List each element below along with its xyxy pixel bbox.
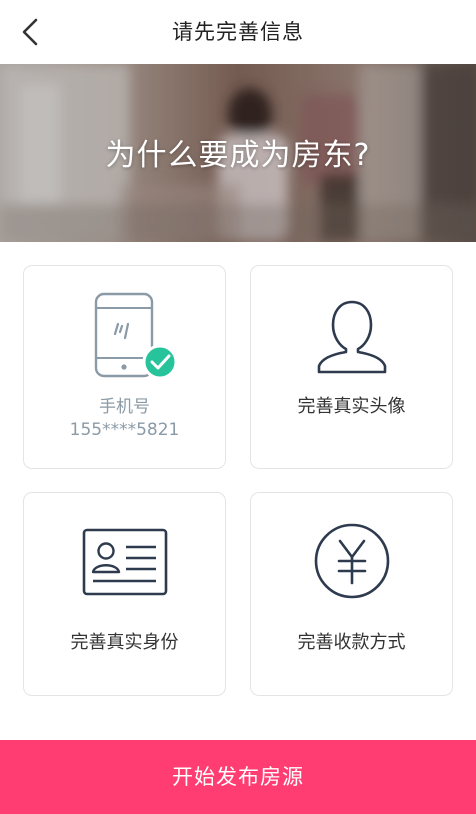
payment-label: 完善收款方式 <box>297 632 406 653</box>
identity-card[interactable]: 完善真实身份 <box>23 492 226 696</box>
landlord-banner[interactable]: 为什么要成为房东? <box>0 64 476 242</box>
avatar-label: 完善真实头像 <box>297 396 406 417</box>
phone-label: 手机号 <box>99 397 150 417</box>
verified-check-icon <box>142 344 178 380</box>
avatar-card[interactable]: 完善真实头像 <box>250 265 453 469</box>
banner-text: 为什么要成为房东? <box>105 138 371 173</box>
start-publishing-button[interactable]: 开始发布房源 <box>0 740 476 814</box>
identity-label: 完善真实身份 <box>70 632 179 653</box>
phone-card[interactable]: 手机号 155****5821 <box>23 265 226 469</box>
phone-number: 155****5821 <box>69 420 180 440</box>
user-avatar-icon <box>317 300 386 374</box>
yuan-icon <box>314 523 389 599</box>
nav-bar: 请先完善信息 <box>0 0 476 64</box>
payment-card[interactable]: 完善收款方式 <box>250 492 453 696</box>
id-card-icon <box>82 528 167 596</box>
page-title: 请先完善信息 <box>172 20 304 44</box>
